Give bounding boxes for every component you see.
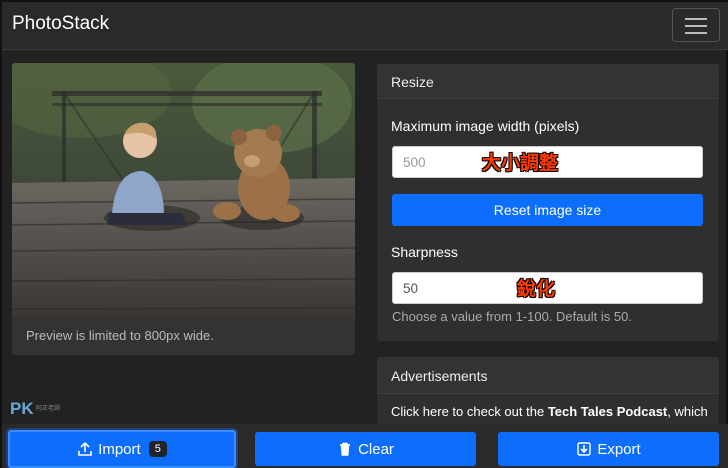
sharpness-input[interactable] bbox=[392, 272, 703, 304]
import-count-badge: 5 bbox=[148, 441, 167, 457]
ads-header-title: Advertisements bbox=[391, 368, 488, 384]
ad-text-bold: Tech Tales Podcast bbox=[547, 404, 668, 419]
menu-icon bbox=[685, 18, 707, 20]
menu-icon-bar bbox=[685, 32, 707, 34]
export-label: Export bbox=[597, 440, 641, 458]
clear-button[interactable]: Clear bbox=[255, 432, 476, 466]
bottom-toolbar: Import 5 Clear Export bbox=[2, 424, 728, 468]
ad-text-suffix: , which bbox=[667, 404, 708, 419]
ad-text-prefix: Click here to check out the bbox=[391, 404, 548, 419]
sharpness-label: Sharpness bbox=[391, 244, 458, 260]
app-title[interactable]: PhotoStack bbox=[12, 13, 109, 35]
ads-card-header: Advertisements bbox=[377, 357, 719, 394]
top-navbar: PhotoStack bbox=[2, 2, 728, 50]
trash-icon bbox=[340, 442, 351, 456]
ad-link[interactable]: Click here to check out the Tech Tales P… bbox=[391, 404, 708, 419]
import-button[interactable]: Import 5 bbox=[8, 430, 236, 468]
export-button[interactable]: Export bbox=[498, 432, 719, 466]
clear-label: Clear bbox=[358, 440, 394, 458]
preview-note: Preview is limited to 800px wide. bbox=[26, 328, 214, 343]
menu-toggle-button[interactable] bbox=[672, 8, 720, 42]
resize-header-title: Resize bbox=[391, 74, 434, 90]
menu-icon-bar bbox=[685, 25, 707, 27]
resize-card: Resize Maximum image width (pixels) 大小調整… bbox=[377, 64, 719, 341]
sharpness-help-text: Choose a value from 1-100. Default is 50… bbox=[392, 309, 632, 324]
reset-image-size-button[interactable]: Reset image size bbox=[392, 194, 703, 226]
preview-card: Preview is limited to 800px wide. bbox=[12, 63, 355, 355]
watermark-tagline: 阿正老師 bbox=[36, 406, 61, 412]
watermark-pk: PK bbox=[10, 399, 34, 418]
upload-icon bbox=[78, 442, 92, 456]
import-label: Import bbox=[98, 440, 141, 458]
width-input[interactable] bbox=[392, 146, 703, 178]
width-label: Maximum image width (pixels) bbox=[391, 118, 580, 134]
resize-card-header: Resize bbox=[377, 64, 719, 99]
preview-image bbox=[12, 63, 355, 318]
download-icon bbox=[577, 442, 592, 456]
watermark-logo: PK 阿正老師 bbox=[10, 399, 60, 419]
